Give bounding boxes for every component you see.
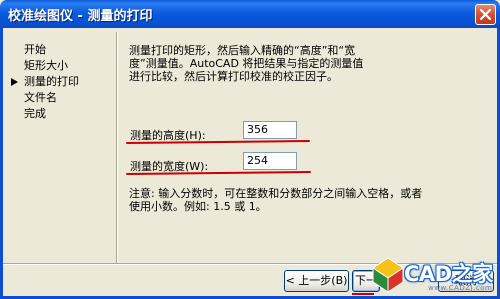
back-button[interactable]: < 上一步(B) [284, 270, 349, 292]
watermark-url: www.CADZJ.com [428, 284, 493, 292]
note-text: 注意: 输入分数时，可在整数和分数部分之间输入空格，或者使用小数。例如: 1.5… [129, 187, 423, 213]
step-label: 文件名 [24, 91, 57, 104]
instructions-text: 测量打印的矩形，然后输入精确的“高度”和“宽度”测量值。AutoCAD 将把结果… [129, 44, 364, 83]
close-icon [480, 9, 491, 20]
window-border-left [0, 28, 3, 299]
step-start: 开始 [10, 42, 79, 58]
current-step-arrow-icon [11, 78, 18, 86]
close-button[interactable] [475, 4, 496, 25]
step-finish: 完成 [10, 106, 79, 122]
step-label: 测量的打印 [24, 75, 79, 88]
measured-height-input[interactable]: 356 [243, 121, 297, 139]
vertical-divider [116, 32, 118, 264]
measured-width-input[interactable]: 254 [243, 152, 297, 170]
step-rectangle-size: 矩形大小 [10, 58, 79, 74]
step-label: 矩形大小 [24, 59, 68, 72]
window-title: 校准绘图仪 - 测量的打印 [8, 9, 153, 24]
step-file-name: 文件名 [10, 90, 79, 106]
cad-logo-icon [372, 257, 404, 293]
step-label: 开始 [24, 43, 46, 56]
cad-home-watermark: CAD之家 www.CADZJ.com [366, 254, 500, 296]
title-bar: 校准绘图仪 - 测量的打印 [0, 0, 500, 28]
step-measured-print: 测量的打印 [10, 74, 79, 90]
wizard-step-list: 开始 矩形大小 测量的打印 文件名 完成 [10, 42, 79, 122]
step-label: 完成 [24, 107, 46, 120]
